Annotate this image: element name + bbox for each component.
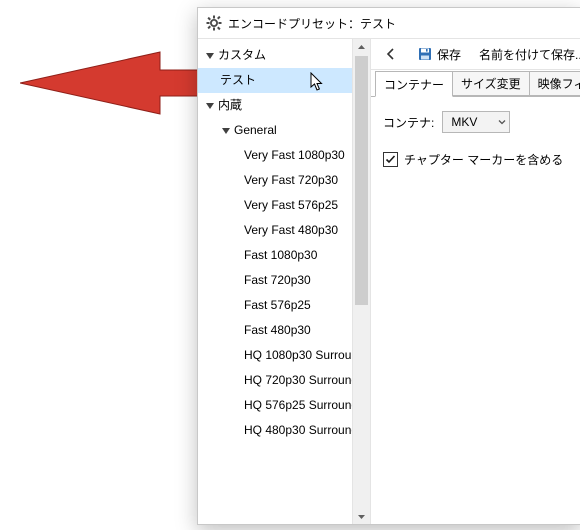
- tree-item[interactable]: Fast 480p30: [198, 318, 352, 343]
- tab-container[interactable]: コンテナー: [375, 71, 453, 97]
- tree-item[interactable]: Very Fast 720p30: [198, 168, 352, 193]
- tab-label: コンテナー: [384, 76, 444, 93]
- tree-item[interactable]: Very Fast 480p30: [198, 218, 352, 243]
- tree-item[interactable]: Very Fast 576p25: [198, 193, 352, 218]
- tree-group-custom[interactable]: カスタム: [198, 43, 352, 68]
- expander-icon[interactable]: [220, 125, 232, 137]
- save-as-label: 名前を付けて保存...: [479, 46, 580, 63]
- expander-icon[interactable]: [204, 100, 216, 112]
- scroll-up-button[interactable]: [353, 39, 370, 56]
- preset-window: エンコードプリセット：テスト カスタム: [197, 7, 580, 525]
- tree-item[interactable]: Fast 1080p30: [198, 243, 352, 268]
- save-button[interactable]: 保存: [409, 42, 469, 66]
- tab-label: 映像フィルター: [538, 75, 580, 92]
- scroll-down-button[interactable]: [353, 508, 370, 525]
- titlebar: エンコードプリセット：テスト: [198, 8, 580, 39]
- tree-label: General: [234, 118, 277, 143]
- tree-label: Very Fast 1080p30: [244, 143, 345, 168]
- container-value: MKV: [443, 115, 495, 129]
- save-icon: [417, 46, 433, 62]
- tab-resize[interactable]: サイズ変更: [452, 71, 530, 96]
- container-label: コンテナ:: [383, 114, 434, 131]
- callout-arrow: [20, 48, 210, 118]
- tab-video-filter[interactable]: 映像フィルター: [529, 71, 580, 96]
- back-button[interactable]: [375, 42, 407, 66]
- tree-label: HQ 480p30 Surround: [244, 418, 352, 443]
- checkbox-icon: [383, 152, 398, 167]
- tree-label: Fast 480p30: [244, 318, 311, 343]
- tree-label: HQ 576p25 Surround: [244, 393, 352, 418]
- tree-label: Fast 720p30: [244, 268, 311, 293]
- save-label: 保存: [437, 46, 461, 63]
- tree-item[interactable]: Fast 576p25: [198, 293, 352, 318]
- chevron-down-icon: [495, 112, 509, 132]
- tree-label: Fast 1080p30: [244, 243, 317, 268]
- tree-item[interactable]: Fast 720p30: [198, 268, 352, 293]
- tab-strip: コンテナー サイズ変更 映像フィルター ビデオ: [371, 70, 580, 97]
- scroll-thumb[interactable]: [355, 56, 368, 305]
- right-panel: 保存 名前を付けて保存... 名 コンテナー サイズ変更 映像フィルター ビデオ: [371, 39, 580, 525]
- tree-label: Fast 576p25: [244, 293, 311, 318]
- tree-item-selected[interactable]: テスト: [198, 68, 352, 93]
- tab-body-container: コンテナ: MKV チャプター マーカーを含める: [371, 97, 580, 182]
- tree-scrollbar[interactable]: [352, 39, 370, 525]
- preset-tree[interactable]: カスタム テスト: [198, 39, 352, 525]
- tree-label: 内蔵: [218, 93, 242, 118]
- tree-group-builtin[interactable]: 内蔵: [198, 93, 352, 118]
- container-row: コンテナ: MKV: [383, 111, 568, 133]
- toolbar: 保存 名前を付けて保存... 名: [371, 39, 580, 70]
- tree-item[interactable]: Very Fast 1080p30: [198, 143, 352, 168]
- tree-group-general[interactable]: General: [198, 118, 352, 143]
- chevron-left-icon: [383, 46, 399, 62]
- tree-item[interactable]: HQ 576p25 Surround: [198, 393, 352, 418]
- tree-item[interactable]: HQ 720p30 Surround: [198, 368, 352, 393]
- window-title: エンコードプリセット：テスト: [228, 15, 396, 32]
- save-as-button[interactable]: 名前を付けて保存...: [471, 42, 580, 66]
- tree-label: Very Fast 480p30: [244, 218, 338, 243]
- tree-item[interactable]: HQ 480p30 Surround: [198, 418, 352, 443]
- tree-label: カスタム: [218, 43, 266, 68]
- scroll-track[interactable]: [353, 56, 370, 508]
- preset-tree-panel: カスタム テスト: [198, 39, 371, 525]
- tree-label: HQ 720p30 Surround: [244, 368, 352, 393]
- tree-label: Very Fast 576p25: [244, 193, 338, 218]
- cursor-icon: [310, 72, 326, 92]
- expander-icon[interactable]: [204, 50, 216, 62]
- tree-label: Very Fast 720p30: [244, 168, 338, 193]
- tree-label: テスト: [220, 68, 256, 93]
- chapter-marker-label: チャプター マーカーを含める: [404, 151, 563, 168]
- tree-label: HQ 1080p30 Surround: [244, 343, 352, 368]
- container-dropdown[interactable]: MKV: [442, 111, 510, 133]
- gear-icon: [206, 15, 222, 31]
- chapter-marker-checkbox[interactable]: チャプター マーカーを含める: [383, 151, 568, 168]
- tab-label: サイズ変更: [461, 75, 521, 92]
- tree-item[interactable]: HQ 1080p30 Surround: [198, 343, 352, 368]
